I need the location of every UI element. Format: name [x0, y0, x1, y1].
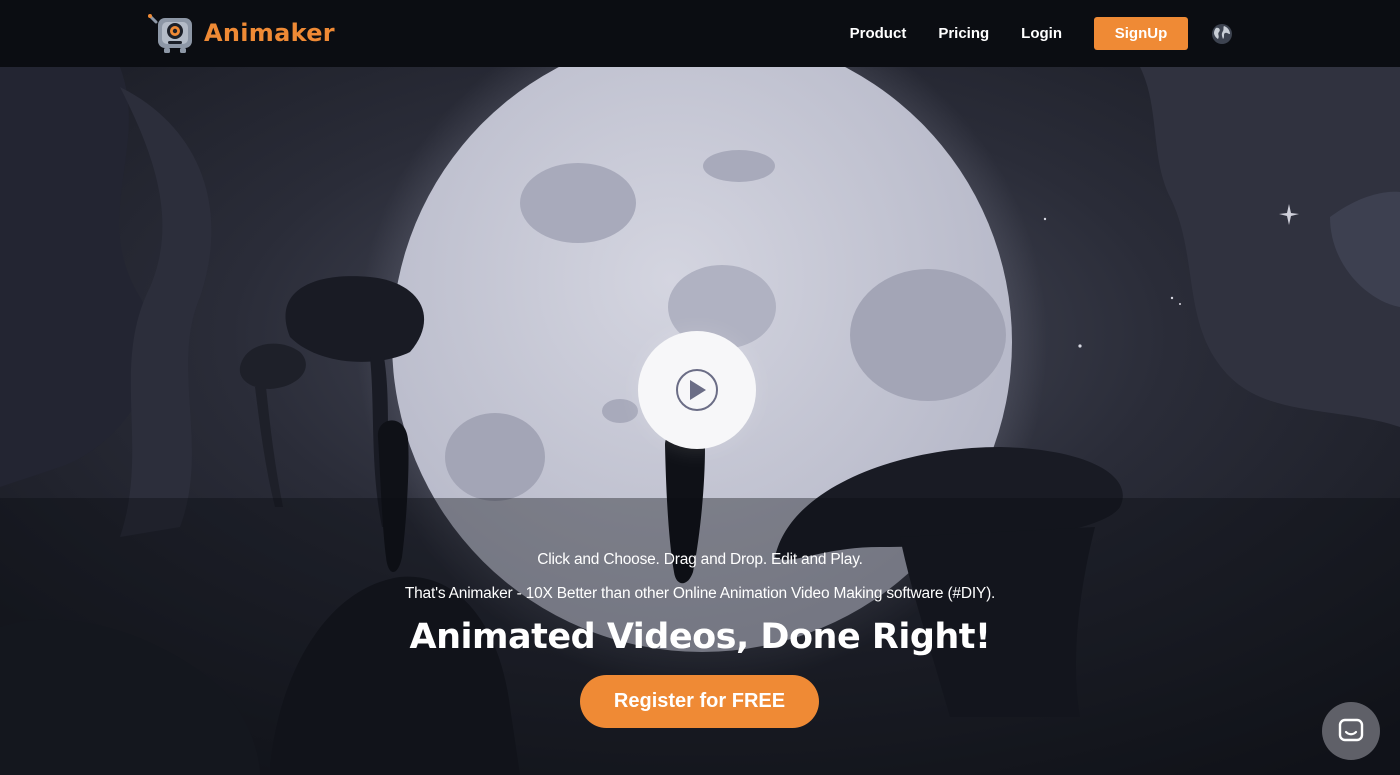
nav-link-pricing[interactable]: Pricing [938, 25, 989, 42]
chat-bubble-icon [1338, 718, 1364, 742]
robot-mascot-icon [148, 14, 192, 53]
hero-section: Click and Choose. Drag and Drop. Edit an… [0, 67, 1400, 775]
hero-tagline: Click and Choose. Drag and Drop. Edit an… [537, 551, 863, 568]
nav-link-login[interactable]: Login [1021, 25, 1062, 42]
hero-subline: That's Animaker - 10X Better than other … [404, 585, 996, 602]
nav-menu: Product Pricing Login SignUp [850, 17, 1234, 50]
nav-link-product[interactable]: Product [850, 25, 907, 42]
play-icon [690, 380, 706, 400]
globe-icon[interactable] [1210, 22, 1234, 46]
play-video-button[interactable] [638, 331, 756, 449]
top-navbar: Animaker Product Pricing Login SignUp [0, 0, 1400, 67]
page: Animaker Product Pricing Login SignUp Cl… [0, 0, 1400, 775]
brand-name: Animaker [204, 19, 335, 47]
logo-link[interactable]: Animaker [148, 12, 335, 54]
hero-headline: Animated Videos, Done Right! [409, 617, 991, 657]
chat-launcher-button[interactable] [1322, 702, 1380, 760]
signup-button[interactable]: SignUp [1094, 17, 1188, 50]
register-free-button[interactable]: Register for FREE [580, 675, 819, 728]
